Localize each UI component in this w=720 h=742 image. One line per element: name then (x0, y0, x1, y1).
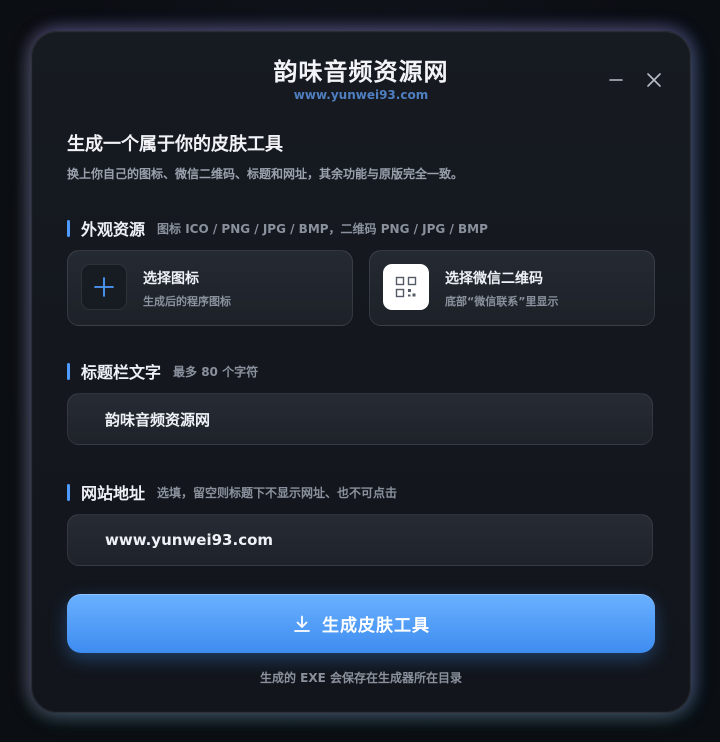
appearance-section-label: 外观资源 (81, 220, 146, 239)
title-text-input[interactable] (68, 394, 652, 444)
select-icon-card[interactable]: 选择图标 生成后的程序图标 (67, 250, 353, 326)
title-text-section-header: 标题栏文字 最多 80 个字符 (67, 359, 258, 383)
website-field[interactable] (67, 514, 653, 566)
window-title: 韵味音频资源网 (273, 58, 449, 86)
appearance-section-header: 外观资源 图标 ICO / PNG / JPG / BMP，二维码 PNG / … (67, 216, 488, 240)
section-accent-bar (67, 483, 70, 501)
section-accent-bar (67, 362, 70, 380)
select-icon-subtitle: 生成后的程序图标 (143, 295, 231, 308)
footer-note: 生成的 EXE 会保存在生成器所在目录 (259, 671, 462, 685)
title-text-field[interactable] (67, 393, 653, 445)
close-button[interactable] (642, 68, 666, 92)
select-icon-title: 选择图标 (143, 271, 199, 287)
select-qr-card[interactable]: 选择微信二维码 底部“微信联系”里显示 (369, 250, 655, 326)
close-icon (647, 73, 661, 87)
skin-generator-window: 韵味音频资源网 www.yunwei93.com 生成一个属于你的皮肤工具 换上… (31, 31, 691, 713)
qr-placeholder (383, 264, 429, 310)
generate-skin-button-label: 生成皮肤工具 (322, 616, 430, 636)
download-icon (292, 614, 312, 634)
minimize-button[interactable] (604, 68, 628, 92)
website-section-hint: 选填，留空则标题下不显示网址、也不可点击 (157, 485, 398, 500)
title-text-section-label: 标题栏文字 (81, 363, 162, 382)
icon-placeholder (81, 264, 127, 310)
minimize-icon (609, 79, 623, 81)
website-section-label: 网站地址 (81, 484, 146, 503)
generate-skin-button[interactable]: 生成皮肤工具 (67, 594, 655, 653)
select-qr-subtitle: 底部“微信联系”里显示 (445, 295, 559, 308)
window-subtitle-url[interactable]: www.yunwei93.com (32, 88, 690, 102)
plus-icon (94, 277, 114, 297)
select-qr-title: 选择微信二维码 (445, 271, 543, 287)
section-accent-bar (67, 219, 70, 237)
title-text-section-hint: 最多 80 个字符 (173, 364, 259, 379)
intro-description: 换上你自己的图标、微信二维码、标题和网址，其余功能与原版完全一致。 (67, 167, 464, 181)
website-section-header: 网站地址 选填，留空则标题下不显示网址、也不可点击 (67, 480, 397, 504)
app-background: 韵味音频资源网 www.yunwei93.com 生成一个属于你的皮肤工具 换上… (0, 0, 720, 742)
appearance-section-hint: 图标 ICO / PNG / JPG / BMP，二维码 PNG / JPG /… (157, 221, 488, 236)
qr-code-icon (395, 276, 417, 298)
website-input[interactable] (68, 515, 652, 565)
intro-heading: 生成一个属于你的皮肤工具 (67, 134, 283, 155)
